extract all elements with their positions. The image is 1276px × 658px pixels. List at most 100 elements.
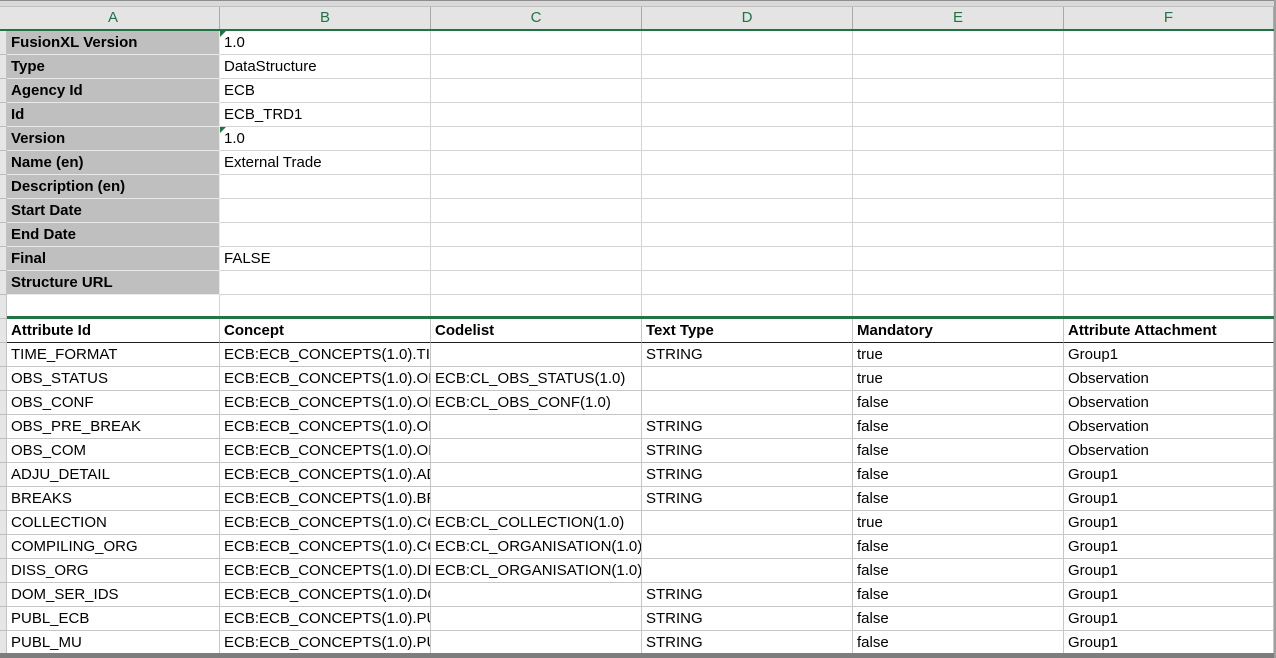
property-value-cell[interactable]: 1.0 bbox=[220, 127, 431, 151]
attribute-table-header[interactable]: Attribute Attachment bbox=[1064, 319, 1274, 343]
empty-cell[interactable] bbox=[1064, 295, 1274, 316]
property-value-cell[interactable] bbox=[220, 271, 431, 295]
attachment-cell[interactable]: Group1 bbox=[1064, 607, 1274, 631]
property-label-cell[interactable]: Start Date bbox=[7, 199, 220, 223]
empty-cell[interactable] bbox=[853, 199, 1064, 223]
empty-cell[interactable] bbox=[642, 199, 853, 223]
column-header-e[interactable]: E bbox=[853, 7, 1064, 29]
empty-cell[interactable] bbox=[1064, 223, 1274, 247]
empty-cell[interactable] bbox=[642, 79, 853, 103]
attribute-id-cell[interactable]: DOM_SER_IDS bbox=[7, 583, 220, 607]
concept-cell[interactable]: ECB:ECB_CONCEPTS(1.0).OBS_STATUS bbox=[220, 367, 431, 391]
property-label-cell[interactable]: End Date bbox=[7, 223, 220, 247]
text-type-cell[interactable]: STRING bbox=[642, 583, 853, 607]
attribute-table-header[interactable]: Attribute Id bbox=[7, 319, 220, 343]
empty-cell[interactable] bbox=[7, 295, 220, 316]
codelist-cell[interactable] bbox=[431, 607, 642, 631]
mandatory-cell[interactable]: false bbox=[853, 391, 1064, 415]
attachment-cell[interactable]: Group1 bbox=[1064, 487, 1274, 511]
empty-cell[interactable] bbox=[642, 247, 853, 271]
empty-cell[interactable] bbox=[220, 295, 431, 316]
mandatory-cell[interactable]: false bbox=[853, 487, 1064, 511]
empty-cell[interactable] bbox=[642, 271, 853, 295]
attribute-table-header[interactable]: Concept bbox=[220, 319, 431, 343]
concept-cell[interactable]: ECB:ECB_CONCEPTS(1.0).BREAKS bbox=[220, 487, 431, 511]
empty-cell[interactable] bbox=[853, 151, 1064, 175]
attachment-cell[interactable]: Observation bbox=[1064, 367, 1274, 391]
concept-cell[interactable]: ECB:ECB_CONCEPTS(1.0).PUBL_MU bbox=[220, 631, 431, 655]
empty-cell[interactable] bbox=[431, 199, 642, 223]
column-header-b[interactable]: B bbox=[220, 7, 431, 29]
text-type-cell[interactable] bbox=[642, 535, 853, 559]
empty-cell[interactable] bbox=[431, 127, 642, 151]
property-value-cell[interactable]: DataStructure bbox=[220, 55, 431, 79]
codelist-cell[interactable]: ECB:CL_COLLECTION(1.0) bbox=[431, 511, 642, 535]
property-value-cell[interactable]: 1.0 bbox=[220, 31, 431, 55]
empty-cell[interactable] bbox=[853, 247, 1064, 271]
attachment-cell[interactable]: Group1 bbox=[1064, 535, 1274, 559]
attribute-table-header[interactable]: Mandatory bbox=[853, 319, 1064, 343]
property-value-cell[interactable] bbox=[220, 175, 431, 199]
empty-cell[interactable] bbox=[431, 175, 642, 199]
mandatory-cell[interactable]: true bbox=[853, 343, 1064, 367]
property-label-cell[interactable]: Type bbox=[7, 55, 220, 79]
empty-cell[interactable] bbox=[853, 103, 1064, 127]
property-label-cell[interactable]: Id bbox=[7, 103, 220, 127]
concept-cell[interactable]: ECB:ECB_CONCEPTS(1.0).OBS_COM bbox=[220, 439, 431, 463]
attachment-cell[interactable]: Observation bbox=[1064, 415, 1274, 439]
empty-cell[interactable] bbox=[1064, 55, 1274, 79]
property-value-cell[interactable]: External Trade bbox=[220, 151, 431, 175]
property-value-cell[interactable]: FALSE bbox=[220, 247, 431, 271]
empty-cell[interactable] bbox=[1064, 199, 1274, 223]
codelist-cell[interactable] bbox=[431, 631, 642, 655]
attribute-id-cell[interactable]: TIME_FORMAT bbox=[7, 343, 220, 367]
empty-cell[interactable] bbox=[431, 247, 642, 271]
concept-cell[interactable]: ECB:ECB_CONCEPTS(1.0).DOM_SER_IDS bbox=[220, 583, 431, 607]
attachment-cell[interactable]: Group1 bbox=[1064, 463, 1274, 487]
empty-cell[interactable] bbox=[642, 127, 853, 151]
codelist-cell[interactable] bbox=[431, 487, 642, 511]
text-type-cell[interactable]: STRING bbox=[642, 343, 853, 367]
text-type-cell[interactable]: STRING bbox=[642, 463, 853, 487]
attribute-id-cell[interactable]: OBS_PRE_BREAK bbox=[7, 415, 220, 439]
mandatory-cell[interactable]: false bbox=[853, 607, 1064, 631]
codelist-cell[interactable] bbox=[431, 343, 642, 367]
empty-cell[interactable] bbox=[1064, 271, 1274, 295]
row-headers[interactable] bbox=[0, 31, 7, 653]
empty-cell[interactable] bbox=[431, 223, 642, 247]
codelist-cell[interactable] bbox=[431, 439, 642, 463]
empty-cell[interactable] bbox=[1064, 79, 1274, 103]
codelist-cell[interactable]: ECB:CL_ORGANISATION(1.0) bbox=[431, 535, 642, 559]
attribute-id-cell[interactable]: OBS_COM bbox=[7, 439, 220, 463]
mandatory-cell[interactable]: false bbox=[853, 439, 1064, 463]
concept-cell[interactable]: ECB:ECB_CONCEPTS(1.0).OBS_PRE_BREAK bbox=[220, 415, 431, 439]
concept-cell[interactable]: ECB:ECB_CONCEPTS(1.0).TIME_FORMAT bbox=[220, 343, 431, 367]
empty-cell[interactable] bbox=[642, 31, 853, 55]
text-type-cell[interactable]: STRING bbox=[642, 415, 853, 439]
empty-cell[interactable] bbox=[431, 271, 642, 295]
codelist-cell[interactable] bbox=[431, 463, 642, 487]
empty-cell[interactable] bbox=[853, 55, 1064, 79]
attribute-id-cell[interactable]: DISS_ORG bbox=[7, 559, 220, 583]
mandatory-cell[interactable]: false bbox=[853, 583, 1064, 607]
property-value-cell[interactable]: ECB bbox=[220, 79, 431, 103]
attachment-cell[interactable]: Group1 bbox=[1064, 583, 1274, 607]
property-value-cell[interactable] bbox=[220, 223, 431, 247]
empty-cell[interactable] bbox=[1064, 127, 1274, 151]
mandatory-cell[interactable]: false bbox=[853, 535, 1064, 559]
column-header-f[interactable]: F bbox=[1064, 7, 1274, 29]
attachment-cell[interactable]: Group1 bbox=[1064, 343, 1274, 367]
empty-cell[interactable] bbox=[1064, 247, 1274, 271]
property-label-cell[interactable]: Description (en) bbox=[7, 175, 220, 199]
empty-cell[interactable] bbox=[642, 223, 853, 247]
property-value-cell[interactable]: ECB_TRD1 bbox=[220, 103, 431, 127]
codelist-cell[interactable] bbox=[431, 415, 642, 439]
empty-cell[interactable] bbox=[642, 295, 853, 316]
attachment-cell[interactable]: Group1 bbox=[1064, 631, 1274, 655]
codelist-cell[interactable] bbox=[431, 583, 642, 607]
column-header-c[interactable]: C bbox=[431, 7, 642, 29]
attribute-id-cell[interactable]: ADJU_DETAIL bbox=[7, 463, 220, 487]
text-type-cell[interactable]: STRING bbox=[642, 439, 853, 463]
attribute-id-cell[interactable]: PUBL_ECB bbox=[7, 607, 220, 631]
empty-cell[interactable] bbox=[853, 127, 1064, 151]
